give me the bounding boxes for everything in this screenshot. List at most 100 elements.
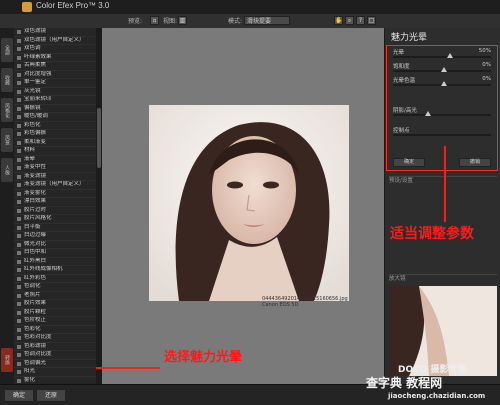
filter-item[interactable]: 红外彩色 [14, 275, 96, 283]
filter-item[interactable]: 柔和渐变 [14, 139, 96, 147]
filter-item[interactable]: 色阶校正 [14, 317, 96, 326]
ok-button[interactable]: 确定 [4, 389, 34, 402]
section-loupe[interactable]: 放大镜 [389, 274, 497, 283]
filter-item-icon [17, 183, 21, 187]
zoom-tool-icon[interactable]: ⌕ [345, 16, 354, 25]
filter-item[interactable]: 阳光 [14, 368, 96, 377]
filter-item[interactable]: 胶片过时 [14, 206, 96, 215]
tab-landscape[interactable]: 风景 [1, 128, 13, 152]
slider-track[interactable] [393, 56, 491, 58]
filter-item[interactable]: 偏振镜 [14, 105, 96, 113]
filter-item-label: 红外线成像相机 [24, 266, 63, 272]
filter-item-icon [17, 123, 21, 128]
filter-item[interactable]: 叶绿素效果 [14, 54, 96, 62]
param-glow[interactable]: 光晕 50% [391, 48, 493, 62]
view-split-icon[interactable]: ▥ [178, 16, 187, 25]
hand-tool-icon[interactable]: ✋ [334, 16, 343, 25]
filter-item[interactable]: 色调对比度 [14, 351, 96, 360]
filter-item-icon [17, 353, 21, 357]
filter-item[interactable]: 漂白效果 [14, 198, 96, 207]
panel-ok-button[interactable]: 确定 [393, 158, 425, 167]
filter-item[interactable]: 色调偏光 [14, 360, 96, 368]
filter-item[interactable]: 白色中和 [14, 249, 96, 258]
filter-item-label: 渐变中性 [24, 164, 47, 170]
filter-item[interactable]: 胶片效果 [14, 300, 96, 309]
slider-track[interactable] [393, 114, 491, 116]
slider-knob[interactable] [441, 67, 447, 72]
watermark-url: jiaocheng.chazidian.com [388, 392, 486, 400]
filter-item-label: 胶片过时 [24, 206, 47, 213]
slider-knob[interactable] [425, 111, 431, 116]
annotation-adjust-params: 适当调整参数 [390, 226, 474, 242]
filter-item-label: 阳光 [24, 368, 36, 374]
tab-portrait[interactable]: 人像 [1, 158, 13, 182]
slider-knob[interactable] [441, 81, 447, 86]
param-saturation[interactable]: 饱和度 0% [391, 62, 493, 76]
param-control-points[interactable]: 控制点 [391, 126, 493, 140]
filter-item[interactable]: 双色调 [14, 45, 96, 54]
filter-item[interactable]: 对比度增强 [14, 71, 96, 79]
param-glow-temperature[interactable]: 光晕色温 0% [391, 76, 493, 90]
filter-item[interactable]: 古典柔焦 [14, 62, 96, 71]
tab-favorites[interactable]: 收藏 [1, 68, 13, 92]
param-shadows-highlights[interactable]: 阴影/高光 [391, 106, 493, 120]
filter-item-icon [17, 276, 21, 281]
filter-item-icon [17, 72, 21, 77]
filter-item[interactable]: 渐变中性 [14, 164, 96, 173]
filter-item[interactable]: 雾化 [14, 377, 96, 385]
filter-item-label: 单一鉴定 [24, 79, 47, 85]
filter-item[interactable]: 彩色偏振 [14, 130, 96, 139]
filter-item[interactable]: 老照片 [14, 292, 96, 300]
filter-item[interactable]: 红外线成像相机 [14, 266, 96, 275]
filter-item-label: 色彩对比度 [24, 334, 52, 340]
tab-convert[interactable]: 转换 [1, 348, 13, 372]
reset-button[interactable]: 还原 [36, 389, 66, 402]
slider-knob[interactable] [447, 53, 453, 58]
filter-item[interactable]: 色彩滤镜 [14, 342, 96, 351]
mode-label: 模式: [228, 18, 243, 25]
filter-item[interactable]: 白平衡 [14, 224, 96, 232]
slider-track[interactable] [393, 134, 491, 136]
photo-caption: 044436492014022215160656.jpg Canon EOS 5… [262, 296, 348, 308]
filter-item[interactable]: 灰光镜 [14, 88, 96, 96]
filter-item-icon [17, 268, 21, 272]
tab-all[interactable]: 全部 [1, 38, 13, 62]
filter-item-label: 微光对比 [24, 240, 47, 247]
filter-item[interactable]: 色调化 [14, 283, 96, 292]
panel-reset-button[interactable]: 撤销 [459, 158, 491, 167]
param-label: 光晕色温 [393, 78, 416, 84]
filter-item-label: 色彩化 [24, 325, 41, 332]
help-icon[interactable]: ? [356, 16, 365, 25]
watermark-chazidian: 查字典 教程网 [366, 376, 443, 390]
filter-item[interactable]: 双色滤镜（用户自定义） [14, 37, 96, 45]
filter-item[interactable]: 微光对比 [14, 240, 96, 249]
filter-item[interactable]: 渐变滤镜 [14, 173, 96, 181]
filter-item-icon [17, 370, 21, 374]
mode-select[interactable]: 滑块提要 [244, 16, 290, 25]
title-bar: Color Efex Pro™ 3.0 [0, 0, 500, 14]
filter-item[interactable]: 暖色/暖调 [14, 113, 96, 122]
filter-item[interactable]: 双色滤镜 [14, 28, 96, 37]
filter-item[interactable]: 宝丽来转印 [14, 96, 96, 105]
tab-stylize[interactable]: 风格化 [1, 98, 13, 122]
filter-item[interactable]: 胶片颗粒 [14, 309, 96, 317]
filter-title: 魅力光晕 [391, 33, 428, 43]
filter-item[interactable]: 材料 [14, 147, 96, 156]
filter-item[interactable]: 渐变滤镜（用户自定义） [14, 181, 96, 190]
filter-item[interactable]: 彩色化 [14, 122, 96, 130]
filter-item-icon [17, 55, 21, 60]
filter-item-icon [17, 149, 21, 153]
scrollbar-thumb[interactable] [97, 108, 101, 168]
filter-item[interactable]: 红外黑白 [14, 258, 96, 266]
fit-view-icon[interactable]: □ [367, 16, 376, 25]
filter-item[interactable]: 白边过曝 [14, 232, 96, 241]
preview-single-icon[interactable]: ▫ [150, 16, 159, 25]
filter-item[interactable]: 单一鉴定 [14, 79, 96, 88]
filter-item[interactable]: 渐变雾化 [14, 190, 96, 198]
filter-item[interactable]: 色彩化 [14, 325, 96, 334]
filter-item[interactable]: 色彩对比度 [14, 334, 96, 343]
filter-item-label: 色彩滤镜 [24, 342, 47, 349]
filter-item[interactable]: 渐晕 [14, 156, 96, 164]
section-presets[interactable]: 预设/设置 [389, 176, 497, 185]
filter-item[interactable]: 胶片风格化 [14, 215, 96, 224]
